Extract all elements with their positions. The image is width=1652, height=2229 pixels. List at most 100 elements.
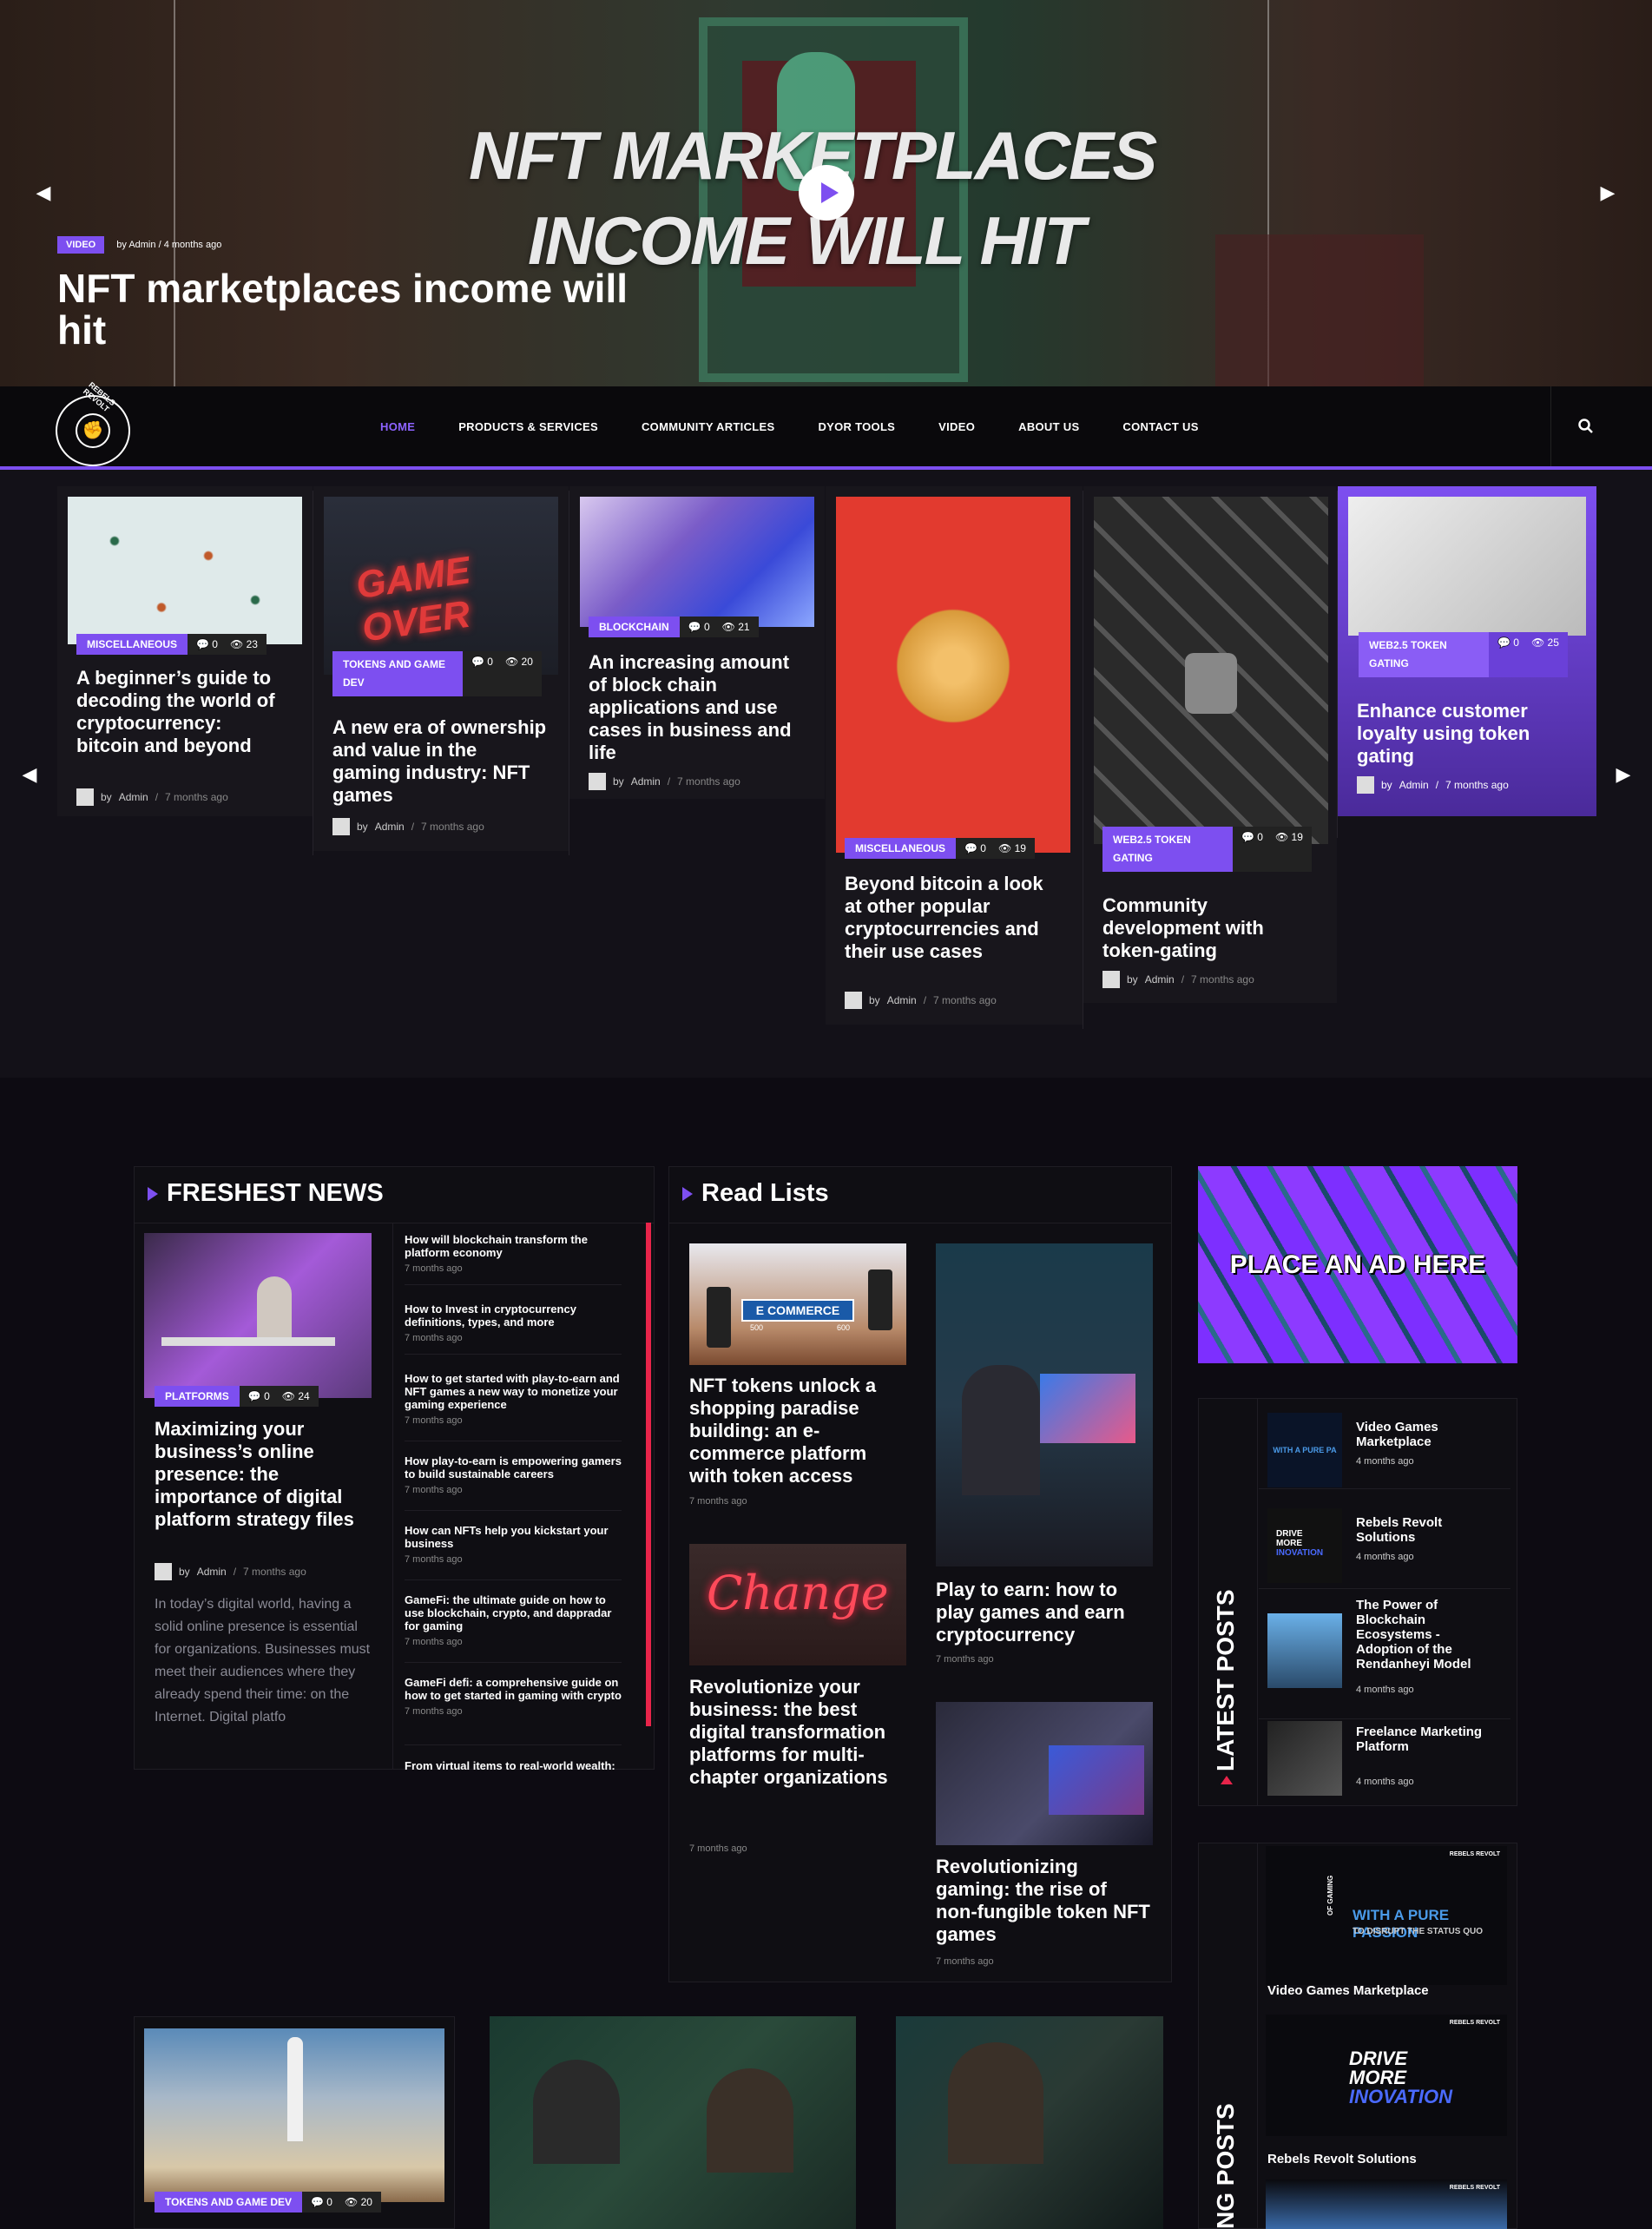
list-item[interactable]: GameFi: the ultimate guide on how to use…: [405, 1593, 622, 1663]
author-link[interactable]: Admin: [197, 1566, 227, 1578]
chevron-left-icon[interactable]: ◀: [33, 182, 54, 203]
card-title[interactable]: A new era of ownership and value in the …: [332, 716, 550, 807]
nav-item-contact-us[interactable]: CONTACT US: [1122, 420, 1198, 433]
card-meta: by Admin/7 months ago: [332, 818, 484, 835]
site-logo[interactable]: ✊ REBELS REVOLT: [56, 380, 130, 466]
card-title[interactable]: Community development with token-gating: [1102, 894, 1311, 962]
card-title[interactable]: An increasing amount of block chain appl…: [589, 651, 797, 764]
readlist-image[interactable]: [936, 1243, 1153, 1566]
nav-item-about-us[interactable]: ABOUT US: [1018, 420, 1079, 433]
chevron-left-icon[interactable]: ◀: [19, 764, 40, 785]
list-item[interactable]: How to Invest in cryptocurrency definiti…: [405, 1302, 622, 1355]
latest-post-item[interactable]: Freelance Marketing Platform 4 months ago: [1259, 1711, 1510, 1806]
chevron-right-icon[interactable]: ▶: [1613, 764, 1634, 785]
trending-card[interactable]: REBELS REVOLT DRIVE MORE INOVATION Rebels …: [1266, 2015, 1507, 2166]
category-badge[interactable]: PLATFORMS: [155, 1386, 240, 1407]
author-link[interactable]: Admin: [1399, 779, 1429, 791]
category-badge[interactable]: TOKENS AND GAME DEV: [332, 651, 463, 696]
author-link[interactable]: Admin: [119, 791, 148, 803]
category-badge[interactable]: MISCELLANEOUS: [76, 634, 188, 655]
author-link[interactable]: Admin: [375, 821, 405, 833]
card-title[interactable]: Beyond bitcoin a look at other popular c…: [845, 873, 1053, 963]
readlist-title[interactable]: Revolutionize your business: the best di…: [689, 1676, 906, 1789]
author-link[interactable]: Admin: [1145, 973, 1175, 986]
carousel-card-active[interactable]: WEB2.5 TOKEN GATING 💬 0 👁 25 Enhance cust…: [1338, 486, 1596, 816]
ad-banner[interactable]: PLACE AN AD HERE: [1198, 1166, 1517, 1363]
carousel-card[interactable]: MISCELLANEOUS 💬 0 👁 19 Beyond bitcoin a l…: [826, 486, 1083, 1025]
card-chip: MISCELLANEOUS 💬 0 👁 23: [76, 634, 267, 655]
trending-title[interactable]: Rebels Revolt Solutions: [1267, 2152, 1417, 2166]
hero-overlay-line2: INCOME WILL HIT: [528, 202, 1085, 279]
featured-image[interactable]: [144, 1233, 372, 1398]
chevron-right-icon[interactable]: ▶: [1597, 182, 1618, 203]
nav-item-video[interactable]: VIDEO: [938, 420, 975, 433]
card-chip: BLOCKCHAIN 💬 0 👁 21: [589, 617, 759, 637]
read-lists-title: Read Lists: [682, 1179, 829, 1208]
card-chip: WEB2.5 TOKEN GATING 💬 0 👁 19: [1102, 827, 1312, 872]
post-thumbnail: [1267, 1721, 1342, 1796]
hero-category-badge[interactable]: VIDEO: [57, 236, 105, 254]
readlist-image[interactable]: Change: [689, 1544, 906, 1665]
trending-card[interactable]: REBELS REVOLT: [1266, 2180, 1507, 2229]
author-link[interactable]: Admin: [887, 994, 917, 1006]
hero-author[interactable]: Admin: [128, 240, 155, 250]
avatar: [155, 1563, 172, 1580]
hero-title[interactable]: NFT marketplaces income will hit: [57, 267, 682, 351]
person: [962, 1365, 1040, 1495]
hero-image-block: [1215, 234, 1424, 386]
category-badge[interactable]: BLOCKCHAIN: [589, 617, 680, 637]
carousel-card[interactable]: WEB2.5 TOKEN GATING 💬 0 👁 19 Community de…: [1083, 486, 1337, 1003]
carousel-card[interactable]: BLOCKCHAIN 💬 0 👁 21 An increasing amount …: [569, 486, 825, 799]
readlist-title[interactable]: Play to earn: how to play games and earn…: [936, 1579, 1153, 1646]
nav-item-home[interactable]: HOME: [380, 420, 415, 433]
comment-icon: 💬 0: [964, 842, 986, 854]
nav-item-products-services[interactable]: PRODUCTS & SERVICES: [458, 420, 598, 433]
category-badge[interactable]: WEB2.5 TOKEN GATING: [1102, 827, 1233, 872]
card-title[interactable]: Enhance customer loyalty using token gat…: [1357, 700, 1574, 768]
author-link[interactable]: Admin: [631, 775, 661, 788]
person: [948, 2042, 1043, 2164]
card-image: [836, 497, 1070, 853]
card-title[interactable]: A beginner’s guide to decoding the world…: [76, 667, 285, 757]
search-icon[interactable]: [1578, 419, 1594, 434]
category-badge[interactable]: WEB2.5 TOKEN GATING: [1359, 632, 1489, 677]
readlist-date: 7 months ago: [936, 1956, 994, 1967]
play-button[interactable]: [799, 165, 854, 221]
eye-icon: 👁 20: [344, 2196, 372, 2208]
latest-posts-label: LATEST POSTS: [1212, 1589, 1239, 1772]
bottom-image-band[interactable]: [490, 2016, 856, 2229]
scrollbar[interactable]: [646, 1223, 651, 1726]
readlist-image[interactable]: [936, 1702, 1153, 1845]
eye-icon: 👁 25: [1530, 636, 1559, 649]
carousel-card[interactable]: GAME OVER TOKENS AND GAME DEV 💬 0 👁 20 A …: [313, 486, 569, 851]
featured-title[interactable]: Maximizing your business’s online presen…: [155, 1418, 363, 1531]
list-item[interactable]: How can NFTs help you kickstart your bus…: [405, 1524, 622, 1580]
trending-title[interactable]: Video Games Marketplace: [1267, 1983, 1429, 1998]
list-item[interactable]: GameFi defi: a comprehensive guide on ho…: [405, 1676, 622, 1745]
list-item[interactable]: How to get started with play-to-earn and…: [405, 1372, 622, 1441]
carousel-card[interactable]: MISCELLANEOUS 💬 0 👁 23 A beginner’s guide…: [57, 486, 313, 816]
nav-item-dyor-tools[interactable]: DYOR TOOLS: [818, 420, 895, 433]
list-item[interactable]: From virtual items to real-world wealth:: [405, 1759, 622, 1777]
readlist-date: 7 months ago: [689, 1843, 747, 1854]
readlist-image[interactable]: E COMMERCE 500 600: [689, 1243, 906, 1365]
freshest-news-title: FRESHEST NEWS: [148, 1179, 384, 1208]
triangle-up-icon: [1221, 1776, 1233, 1784]
card-meta: by Admin/7 months ago: [589, 773, 740, 790]
list-item[interactable]: How play-to-earn is empowering gamers to…: [405, 1454, 622, 1511]
category-badge[interactable]: TOKENS AND GAME DEV: [155, 2192, 303, 2213]
latest-post-item[interactable]: DRIVE MORE INOVATION Rebels Revolt Solutio…: [1259, 1498, 1510, 1589]
latest-post-item[interactable]: The Power of Blockchain Ecosystems - Ado…: [1259, 1589, 1510, 1719]
thumb-text: OF GAMING: [1326, 1875, 1334, 1916]
list-item[interactable]: How will blockchain transform the platfo…: [405, 1233, 622, 1285]
latest-post-item[interactable]: WITH A PURE PA Video Games Marketplace 4 …: [1259, 1402, 1510, 1489]
nav-item-community-articles[interactable]: COMMUNITY ARTICLES: [642, 420, 774, 433]
eye-icon: 👁 19: [997, 842, 1026, 854]
readlist-title[interactable]: Revolutionizing gaming: the rise of non-…: [936, 1856, 1153, 1946]
trending-card[interactable]: REBELS REVOLT OF GAMING WITH A PURE PASS…: [1266, 1846, 1507, 1998]
readlist-title[interactable]: NFT tokens unlock a shopping paradise bu…: [689, 1375, 906, 1487]
bottom-image-band[interactable]: [896, 2016, 1163, 2229]
readlist-date: 7 months ago: [689, 1496, 747, 1507]
person: [533, 2060, 620, 2164]
category-badge[interactable]: MISCELLANEOUS: [845, 838, 957, 859]
